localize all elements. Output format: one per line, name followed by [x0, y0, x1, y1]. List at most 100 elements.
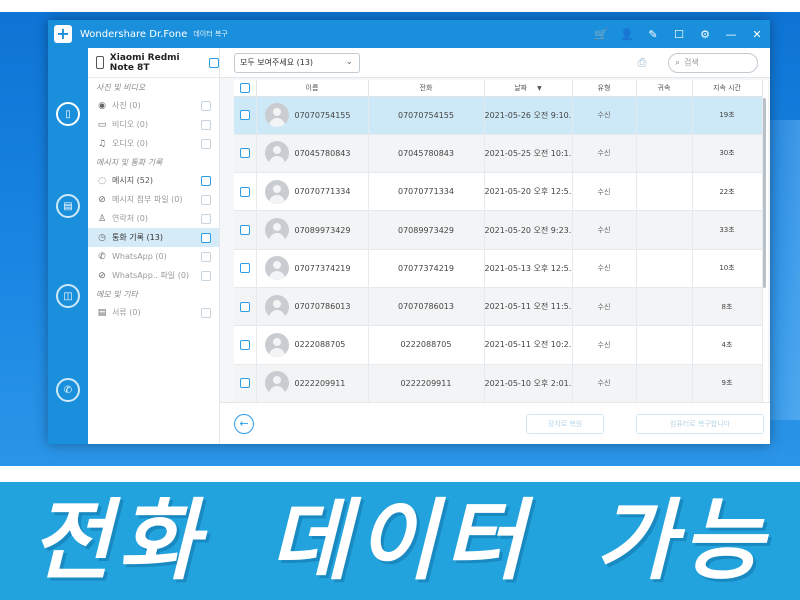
phone-cell: 0222209911	[368, 364, 485, 402]
banner-title: 전화 데이터 가능	[31, 489, 769, 592]
backup-icon[interactable]: ◫	[56, 284, 80, 308]
filter-select-value: 모두 보여주세요 (13)	[240, 58, 314, 67]
category-item-message-attachments[interactable]: ⊘ 메시지 첨부 파일 (0)	[88, 190, 219, 209]
chat-icon[interactable]: ☐	[666, 20, 692, 48]
name-cell: 07045780843	[256, 134, 369, 174]
promo-banner: 전화 데이터 가능	[0, 482, 800, 600]
category-checkbox[interactable]	[201, 119, 211, 130]
row-checkbox[interactable]	[239, 301, 250, 312]
attribution-cell	[636, 249, 693, 288]
avatar-icon	[264, 103, 289, 128]
minimize-icon[interactable]: —	[718, 20, 744, 48]
column-header-type[interactable]: 유형	[572, 80, 637, 97]
duration-cell: 19초	[692, 96, 763, 135]
category-item-whatsapp[interactable]: ✆ WhatsApp (0)	[88, 247, 219, 266]
column-header-name[interactable]: 이름	[256, 80, 369, 97]
row-checkbox[interactable]	[239, 263, 250, 274]
type-cell: 수신	[572, 96, 637, 135]
row-checkbox[interactable]	[239, 186, 250, 197]
select-all-header	[234, 80, 257, 97]
search-input[interactable]: ⌕ 검색	[668, 52, 758, 73]
category-item-videos[interactable]: ▭ 비디오 (0)	[88, 115, 219, 134]
whatsapp-icon[interactable]: ✆	[56, 378, 80, 402]
table-row[interactable]: 07077374219 07077374219 2021-05-13 오후 12:5…	[234, 249, 763, 288]
category-checkbox[interactable]	[201, 307, 211, 318]
table-row[interactable]: 07070786013 07070786013 2021-05-11 오전 11:5…	[234, 287, 763, 327]
whatsapp-icon: ✆	[98, 251, 106, 262]
table-row[interactable]: 07089973429 07089973429 2021-05-20 오전 9:23…	[234, 210, 763, 250]
category-checkbox[interactable]	[201, 138, 211, 149]
row-checkbox-cell	[234, 249, 257, 288]
category-item-call-history[interactable]: ◷ 통화 기록 (13)	[88, 228, 219, 247]
row-checkbox[interactable]	[239, 378, 250, 389]
attribution-cell	[636, 134, 693, 174]
settings-icon[interactable]: ⚙	[692, 20, 718, 48]
avatar-icon	[264, 179, 289, 204]
category-checkbox[interactable]	[201, 100, 211, 111]
column-header-attribution[interactable]: 귀속	[636, 80, 693, 97]
category-checkbox[interactable]	[201, 194, 211, 205]
duration-cell: 33초	[692, 210, 763, 250]
mode-rail: ▯ ▤ ◫ ✆	[48, 48, 88, 444]
category-checkbox[interactable]	[201, 213, 211, 224]
category-item-photos[interactable]: ◉ 사진 (0)	[88, 96, 219, 115]
print-icon[interactable]: ⎙	[632, 56, 652, 70]
duration-cell: 22초	[692, 172, 763, 212]
device-checkbox[interactable]	[209, 57, 219, 68]
user-icon[interactable]: 👤	[614, 20, 640, 48]
table-scrollbar[interactable]	[763, 98, 766, 288]
category-item-contacts[interactable]: ♙ 연락처 (0)	[88, 209, 219, 228]
category-item-whatsapp-files[interactable]: ⊘ WhatsApp.. 파일 (0)	[88, 266, 219, 285]
phone-icon	[96, 56, 104, 69]
row-checkbox[interactable]	[239, 110, 250, 121]
contact-name: 07070771334	[294, 187, 351, 197]
row-checkbox-cell	[234, 287, 257, 327]
feedback-icon[interactable]: ✎	[640, 20, 666, 48]
category-checkbox[interactable]	[201, 251, 211, 262]
category-item-documents[interactable]: ▤ 서류 (0)	[88, 303, 219, 322]
table-row[interactable]: 0222088705 0222088705 2021-05-11 오전 10:2..…	[234, 325, 763, 365]
category-checkbox[interactable]	[201, 175, 211, 186]
app-title: Wondershare Dr.Fone	[80, 28, 188, 40]
category-item-messages[interactable]: ◌ 메시지 (52)	[88, 171, 219, 190]
table-row[interactable]: 07070754155 07070754155 2021-05-26 오전 9:10…	[234, 96, 763, 135]
row-checkbox-cell	[234, 172, 257, 212]
table-row[interactable]: 0222209911 0222209911 2021-05-10 오후 2:01..…	[234, 364, 763, 402]
category-checkbox[interactable]	[201, 270, 211, 281]
category-item-audio[interactable]: ♫ 오디오 (0)	[88, 134, 219, 153]
type-cell: 수신	[572, 249, 637, 288]
category-label: 연락처 (0)	[112, 214, 148, 223]
contact-name: 0222088705	[294, 340, 346, 350]
table-row[interactable]: 07045780843 07045780843 2021-05-25 오전 10:1…	[234, 134, 763, 174]
date-cell: 2021-05-11 오전 10:2...	[484, 325, 573, 365]
category-checkbox[interactable]	[201, 232, 211, 243]
type-cell: 수신	[572, 172, 637, 212]
back-button[interactable]: ←	[234, 413, 254, 434]
cart-icon[interactable]: 🛒	[588, 20, 614, 48]
duration-cell: 10초	[692, 249, 763, 288]
select-all-checkbox[interactable]	[239, 82, 250, 93]
restore-to-device-button[interactable]: 장치로 복원	[526, 413, 604, 434]
recover-to-computer-button[interactable]: 컴퓨터로 복구합니다	[636, 413, 764, 434]
column-header-date[interactable]: 날짜 ▼	[484, 80, 573, 97]
category-group-label: 메모 및 기타	[96, 289, 138, 299]
table-row[interactable]: 07070771334 07070771334 2021-05-20 오후 12:5…	[234, 172, 763, 212]
row-checkbox[interactable]	[239, 225, 250, 236]
category-label: 메시지 (52)	[112, 176, 154, 185]
title-icons: 🛒 👤 ✎ ☐ ⚙ — ✕	[588, 20, 770, 48]
contact-name: 07070786013	[294, 302, 351, 312]
column-header-duration[interactable]: 지속 시간	[692, 80, 763, 97]
phone-recovery-icon[interactable]: ▯	[56, 102, 80, 126]
title-bar: + Wondershare Dr.Fone 데이터 복구 🛒 👤 ✎ ☐ ⚙ —…	[48, 20, 770, 48]
broken-phone-icon[interactable]: ▤	[56, 194, 80, 218]
category-label: 오디오 (0)	[112, 139, 148, 148]
close-icon[interactable]: ✕	[744, 20, 770, 48]
phone-cell: 07045780843	[368, 134, 485, 174]
row-checkbox[interactable]	[239, 339, 250, 350]
row-checkbox[interactable]	[239, 148, 250, 159]
filter-select[interactable]: 모두 보여주세요 (13) ⌄	[234, 52, 360, 73]
device-row: Xiaomi Redmi Note 8T	[88, 48, 219, 78]
app-subtitle: 데이터 복구	[193, 30, 228, 38]
column-header-phone[interactable]: 전화	[368, 80, 485, 97]
category-label: 메시지 첨부 파일 (0)	[112, 195, 183, 204]
